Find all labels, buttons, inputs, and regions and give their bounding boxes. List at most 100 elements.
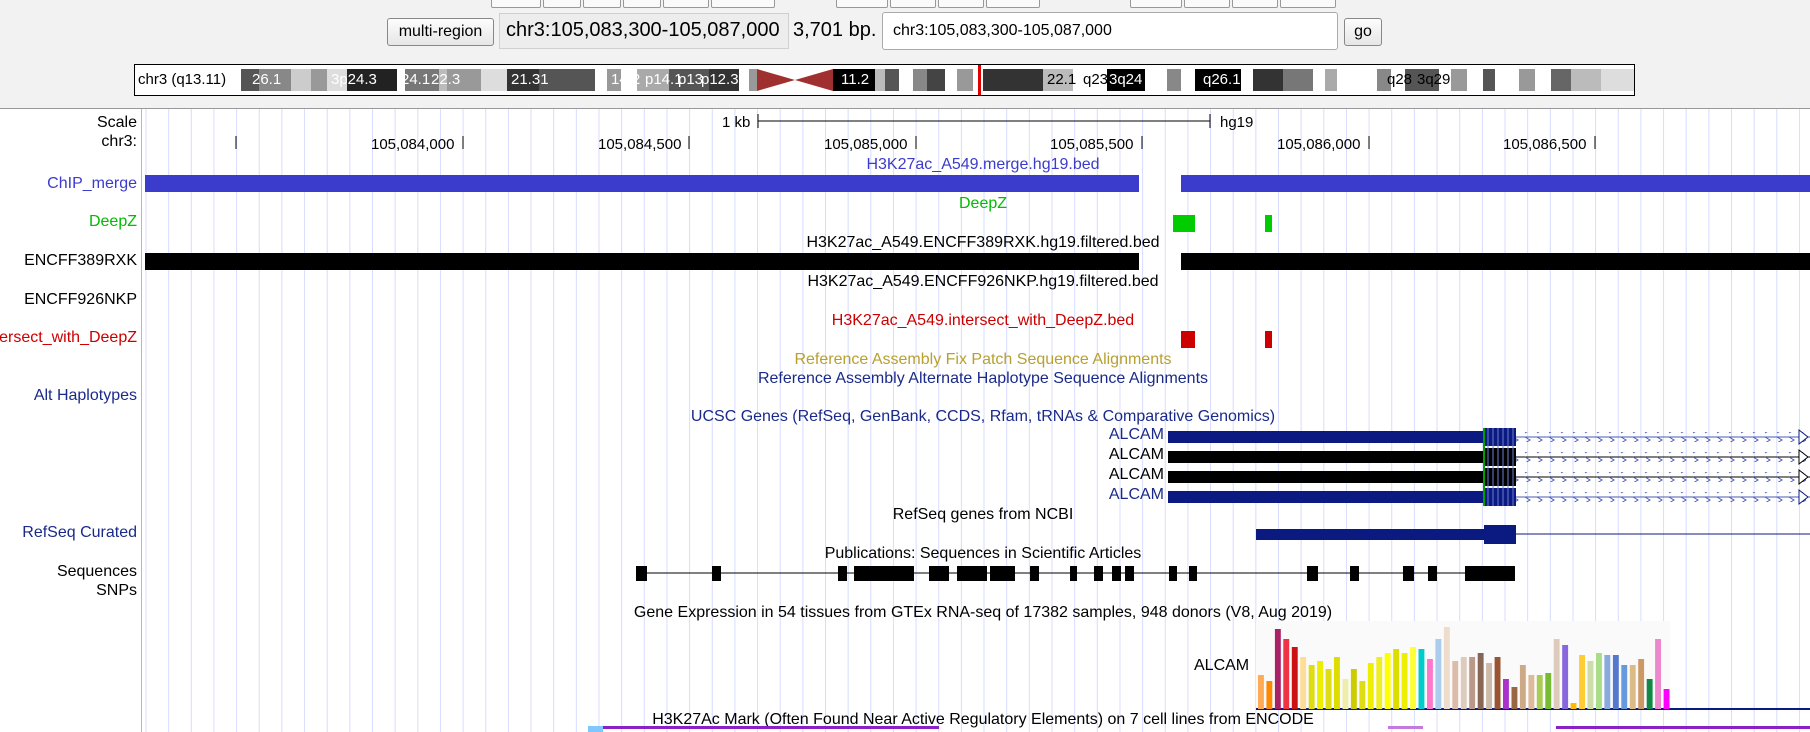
- multi-region-button[interactable]: multi-region: [387, 18, 494, 46]
- encff389rxk-feature[interactable]: [1181, 253, 1810, 270]
- chromosome-ideogram[interactable]: chr3 (q13.11) 26.1 3p24.3 24.1 22.3 21.3…: [134, 64, 1635, 96]
- track-title-publications: Publications: Sequences in Scientific Ar…: [824, 545, 1142, 562]
- go-button[interactable]: go: [1344, 18, 1382, 46]
- deepz-feature[interactable]: [1265, 215, 1272, 232]
- intersect-feature[interactable]: [1265, 331, 1272, 348]
- search-input[interactable]: chr3:105,083,300-105,087,000: [882, 12, 1338, 50]
- gtex-tissue-bar: [1350, 669, 1357, 709]
- gtex-tissue-bar: [1291, 647, 1298, 709]
- track-label-snps[interactable]: SNPs: [96, 582, 137, 600]
- zoom-button[interactable]: [1130, 0, 1182, 8]
- gtex-tissue-bar: [1452, 661, 1459, 709]
- gtex-tissue-bar: [1553, 639, 1560, 709]
- gtex-tissue-bar: [1486, 663, 1492, 709]
- gtex-expression-bars[interactable]: [142, 621, 1810, 711]
- gtex-tissue-bar: [1655, 639, 1661, 709]
- nav-button[interactable]: [711, 0, 775, 8]
- track-label-encff389rxk[interactable]: ENCFF389RXK: [24, 252, 137, 270]
- gtex-tissue-bar: [1384, 653, 1391, 709]
- zoom-button[interactable]: [1232, 0, 1278, 8]
- h3k27ac-signal: [588, 726, 1810, 732]
- assembly-label: hg19: [1220, 114, 1254, 131]
- gtex-tissue-bar: [1460, 657, 1467, 709]
- gtex-tissue-bar: [1418, 649, 1425, 709]
- gtex-tissue-bar: [1435, 639, 1442, 709]
- zoom-button[interactable]: [986, 0, 1040, 8]
- gtex-tissue-bar: [1443, 627, 1450, 709]
- ideogram-band-label: p12.3: [701, 71, 739, 88]
- chip-merge-feature[interactable]: [1181, 175, 1810, 192]
- track-data-area[interactable]: 1 kb hg19 105,084,000 105,084,500 105,08…: [142, 109, 1810, 732]
- track-title-alt-haplotypes: Reference Assembly Alternate Haplotype S…: [757, 370, 1209, 387]
- track-label-refseq-curated[interactable]: RefSeq Curated: [22, 524, 137, 542]
- ideogram-band-label: p14.1: [645, 71, 683, 88]
- gtex-tissue-bar: [1587, 661, 1594, 709]
- ideogram-band-label: 22.3: [431, 71, 461, 88]
- gtex-tissue-bar: [1342, 679, 1349, 709]
- ideogram-band-label: 14.2: [611, 71, 641, 88]
- ruler-tick-label: 105,084,500: [598, 136, 682, 153]
- gtex-tissue-bar: [1528, 675, 1535, 709]
- track-label-sequences[interactable]: Sequences: [57, 563, 137, 581]
- deepz-feature[interactable]: [1173, 215, 1195, 232]
- chrom-label: chr3:: [101, 133, 137, 150]
- refseq-gene-model[interactable]: [142, 523, 1810, 547]
- track-label-intersect[interactable]: ersect_with_DeepZ: [0, 329, 137, 347]
- gtex-tissue-bar: [1393, 649, 1400, 709]
- gtex-tissue-bar: [1376, 657, 1383, 709]
- nav-button[interactable]: [543, 0, 581, 8]
- gtex-tissue-bar: [1511, 687, 1518, 709]
- ideogram-band-label: 22.1: [1047, 71, 1077, 88]
- browser-controls: multi-region chr3:105,083,300-105,087,00…: [0, 0, 1810, 108]
- gtex-tissue-bar: [1317, 661, 1323, 709]
- zoom-button[interactable]: [1184, 0, 1230, 8]
- gtex-tissue-bar: [1334, 657, 1340, 709]
- nav-button[interactable]: [663, 0, 709, 8]
- gtex-tissue-bar: [1427, 659, 1433, 709]
- ruler-tick-label: 105,086,000: [1277, 136, 1361, 153]
- gtex-tissue-bar: [1359, 681, 1366, 709]
- ideogram-band-label: q28: [1387, 71, 1413, 88]
- gtex-tissue-bar: [1629, 665, 1636, 709]
- publication-sequences[interactable]: [142, 563, 1810, 587]
- gtex-tissue-bar: [1612, 655, 1619, 709]
- gtex-tissue-bar: [1596, 653, 1602, 709]
- zoom-button[interactable]: [836, 0, 888, 8]
- position-display: chr3:105,083,300-105,087,000: [499, 13, 789, 49]
- ruler-tick-label: 105,084,000: [371, 136, 455, 153]
- track-title-chip-merge: H3K27ac_A549.merge.hg19.bed: [866, 156, 1100, 173]
- ideogram-band-label: 21.31: [511, 71, 549, 88]
- track-title-encff926nkp: H3K27ac_A549.ENCFF926NKP.hg19.filtered.b…: [807, 273, 1159, 290]
- track-title-gtex: Gene Expression in 54 tissues from GTEx …: [633, 604, 1333, 621]
- encff389rxk-feature[interactable]: [145, 253, 1139, 270]
- zoom-button[interactable]: [890, 0, 936, 8]
- gtex-tissue-bar: [1570, 703, 1577, 709]
- ideogram-band-label: 3q24: [1109, 71, 1143, 88]
- track-title-refseq: RefSeq genes from NCBI: [892, 506, 1074, 523]
- chip-merge-feature[interactable]: [145, 175, 1139, 192]
- track-title-deepz: DeepZ: [958, 195, 1008, 212]
- nav-button[interactable]: [623, 0, 661, 8]
- intersect-feature[interactable]: [1181, 331, 1195, 348]
- nav-button[interactable]: [583, 0, 621, 8]
- track-label-chip-merge[interactable]: ChIP_merge: [47, 175, 137, 193]
- gtex-tissue-bar: [1266, 681, 1273, 709]
- zoom-button[interactable]: [1280, 0, 1336, 8]
- gtex-tissue-bar: [1545, 673, 1552, 709]
- scale-label: Scale: [96, 114, 137, 131]
- gtex-tissue-bar: [1562, 645, 1569, 709]
- gtex-tissue-bar: [1410, 647, 1416, 709]
- track-label-alt-haplotypes[interactable]: Alt Haplotypes: [34, 387, 137, 405]
- zoom-button[interactable]: [938, 0, 984, 8]
- gtex-tissue-bar: [1536, 675, 1543, 709]
- track-panel[interactable]: Scale chr3: ChIP_merge DeepZ ENCFF389RXK…: [0, 108, 1810, 732]
- ideogram-band-label: p13: [678, 71, 704, 88]
- track-label-deepz[interactable]: DeepZ: [89, 213, 137, 231]
- gtex-tissue-bar: [1621, 665, 1628, 709]
- gtex-tissue-bar: [1604, 655, 1611, 709]
- gtex-tissue-bar: [1663, 689, 1670, 709]
- nav-button[interactable]: [491, 0, 541, 8]
- gtex-tissue-bar: [1401, 653, 1408, 709]
- ideogram-band-label: 11.2: [841, 71, 870, 88]
- track-label-encff926nkp[interactable]: ENCFF926NKP: [24, 291, 137, 309]
